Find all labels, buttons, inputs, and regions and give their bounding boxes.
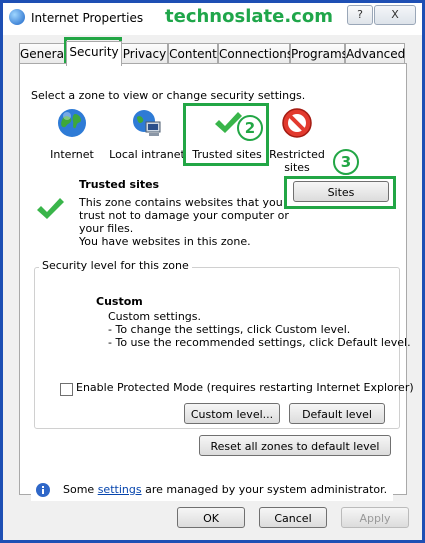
description-line: your files. [79, 222, 134, 235]
tab-content[interactable]: Content [168, 43, 218, 64]
tab-programs[interactable]: Programs [290, 43, 348, 64]
settings-link[interactable]: settings [98, 483, 142, 496]
protected-mode-label: Enable Protected Mode (requires restarti… [76, 381, 414, 394]
trusted-sites-checkmark-icon [37, 198, 64, 219]
watermark-text: technoslate.com [165, 6, 333, 27]
apply-button[interactable]: Apply [341, 507, 409, 528]
zone-prompt: Select a zone to view or change security… [31, 89, 306, 102]
security-level-details: Custom settings. - To change the setting… [108, 310, 411, 349]
description-line: trust not to damage your computer or [79, 209, 289, 222]
zone-label: Internet [50, 148, 94, 161]
custom-level-button[interactable]: Custom level... [184, 403, 280, 424]
intranet-icon [133, 110, 161, 136]
zone-label: sites [284, 161, 310, 174]
globe-icon [58, 109, 86, 137]
dialog-window: Internet Properties ? X technoslate.com … [0, 0, 425, 543]
level-detail-line: Custom settings. [108, 310, 202, 323]
zone-internet[interactable]: Internet [41, 107, 103, 161]
default-level-button[interactable]: Default level [289, 403, 385, 424]
annotation-2: 2 [237, 115, 263, 141]
reset-all-zones-button[interactable]: Reset all zones to default level [199, 435, 391, 456]
info-prefix: Some [63, 483, 98, 496]
internet-options-icon [9, 9, 25, 25]
tab-privacy[interactable]: Privacy [121, 43, 168, 64]
zone-title: Trusted sites [79, 178, 160, 191]
annotation-3: 3 [333, 149, 359, 175]
info-icon [36, 483, 50, 497]
zone-restricted-sites[interactable]: Restricted sites [269, 107, 325, 174]
zone-local-intranet[interactable]: Local intranet [107, 107, 187, 161]
no-entry-icon [282, 108, 312, 138]
tab-general[interactable]: General [19, 43, 67, 64]
description-line: This zone contains websites that you [79, 196, 283, 209]
cancel-button[interactable]: Cancel [259, 507, 327, 528]
security-level-name: Custom [96, 295, 143, 308]
security-level-legend: Security level for this zone [39, 259, 192, 272]
window-title: Internet Properties [31, 11, 144, 25]
tab-advanced[interactable]: Advanced [345, 43, 405, 64]
protected-mode-checkbox[interactable] [60, 383, 73, 396]
sites-button-highlight [284, 176, 396, 209]
close-button[interactable]: X [374, 5, 416, 25]
tab-connections[interactable]: Connections [218, 43, 293, 64]
level-detail-line: - To change the settings, click Custom l… [108, 323, 351, 336]
level-detail-line: - To use the recommended settings, click… [108, 336, 411, 349]
description-line: You have websites in this zone. [79, 235, 251, 248]
info-text: Some settings are managed by your system… [63, 483, 387, 496]
zone-label: Restricted [269, 148, 325, 161]
info-suffix: are managed by your system administrator… [141, 483, 388, 496]
ok-button[interactable]: OK [177, 507, 245, 528]
tab-security[interactable]: Security [66, 41, 122, 66]
info-bar: Some settings are managed by your system… [31, 479, 393, 501]
zone-description: This zone contains websites that you tru… [79, 196, 289, 248]
zone-label: Local intranet [109, 148, 185, 161]
help-button[interactable]: ? [347, 5, 373, 25]
